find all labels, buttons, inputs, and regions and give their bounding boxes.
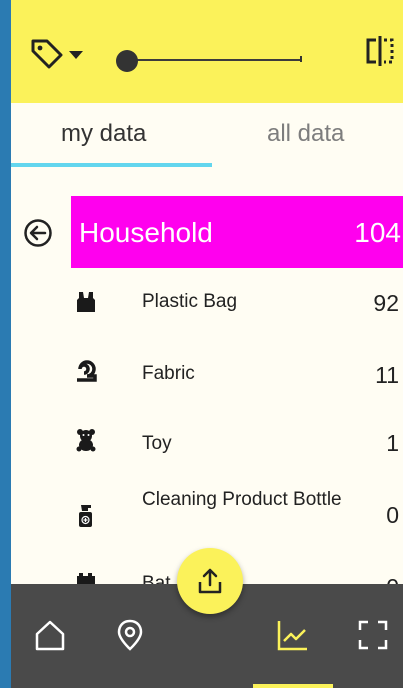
- nav-home[interactable]: [33, 618, 67, 652]
- compare-view-button[interactable]: [363, 34, 397, 68]
- home-icon: [35, 620, 65, 651]
- item-label: Plastic Bag: [142, 291, 238, 312]
- scan-frame-icon: [358, 620, 388, 650]
- list-item[interactable]: Fabric 11: [11, 342, 403, 402]
- location-pin-icon: [117, 619, 143, 651]
- back-arrow-icon: [24, 219, 52, 247]
- slider-knob[interactable]: [116, 50, 138, 72]
- item-count: 11: [375, 362, 399, 388]
- item-label: Toy: [142, 433, 172, 454]
- dropdown-caret-icon: [69, 51, 83, 59]
- tab-all-data[interactable]: all data: [267, 120, 344, 148]
- tag-icon: [31, 39, 63, 69]
- item-count: 0: [386, 502, 399, 528]
- top-toolbar: [11, 0, 403, 103]
- category-header[interactable]: Household 104: [71, 196, 403, 268]
- item-count: 92: [373, 290, 399, 316]
- compare-icon: [366, 36, 394, 66]
- tab-my-data[interactable]: my data: [61, 120, 146, 148]
- teddy-bear-icon: [76, 429, 96, 452]
- plastic-bag-icon: [77, 292, 95, 312]
- list-item[interactable]: Cleaning Product Bottle 0: [11, 482, 403, 542]
- item-label: Cleaning Product Bottle: [142, 489, 342, 510]
- category-count: 104: [354, 217, 401, 248]
- category-name: Household: [79, 217, 213, 248]
- active-tab-indicator: [11, 163, 212, 167]
- nav-scan[interactable]: [356, 618, 390, 652]
- item-label: Fabric: [142, 363, 195, 384]
- nav-stats[interactable]: [276, 618, 310, 652]
- slider-end-tick: [300, 56, 302, 62]
- share-button[interactable]: [177, 548, 243, 614]
- slider-track: [126, 59, 302, 61]
- line-chart-icon: [277, 621, 307, 651]
- time-slider[interactable]: [116, 48, 302, 72]
- nav-map[interactable]: [113, 618, 147, 652]
- spray-bottle-icon: [79, 505, 92, 527]
- tag-filter-button[interactable]: [29, 36, 99, 70]
- list-item[interactable]: Toy 1: [11, 410, 403, 470]
- fabric-roll-icon: [77, 360, 97, 382]
- list-item[interactable]: Plastic Bag 92: [11, 272, 403, 332]
- app-screen: my data all data Household 104 Plastic B…: [11, 0, 403, 688]
- share-upload-icon: [198, 568, 222, 594]
- active-nav-indicator: [253, 684, 333, 688]
- back-button[interactable]: [23, 218, 53, 248]
- item-count: 1: [386, 430, 399, 456]
- data-tabs: my data all data: [11, 103, 403, 167]
